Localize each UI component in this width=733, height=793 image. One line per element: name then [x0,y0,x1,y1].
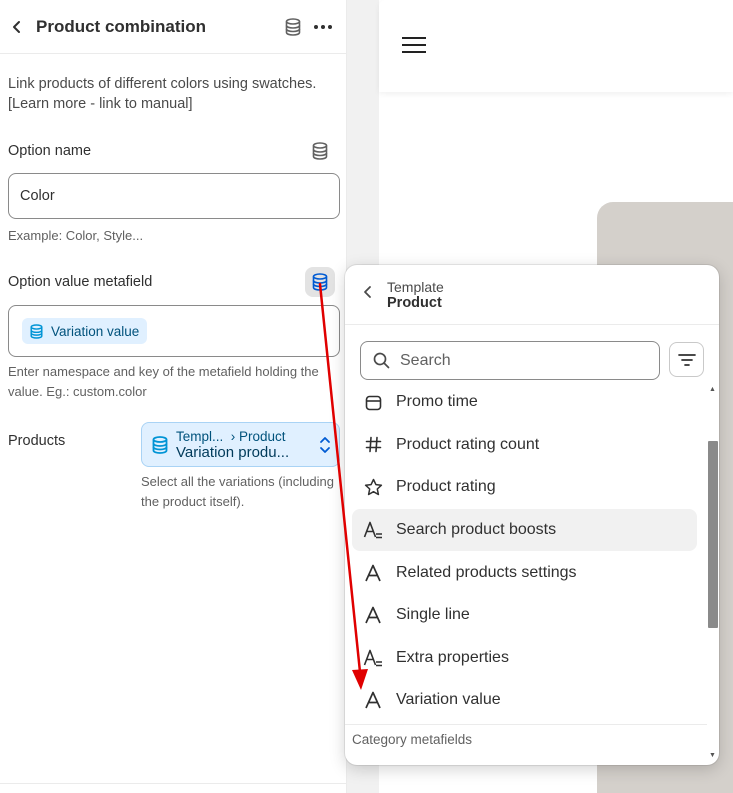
list-item-label: Promo time [396,393,478,411]
database-icon [312,142,328,160]
metafield-chip-label: Variation value [51,323,140,339]
popover-back-button[interactable] [363,285,373,304]
database-button[interactable] [282,16,304,38]
filter-icon [677,353,696,366]
products-hint: Select all the variations (including the… [141,474,334,509]
description-text: Link products of different colors using … [8,76,317,112]
back-button[interactable] [8,18,26,36]
text-icon [363,605,383,625]
database-icon [312,273,328,291]
list-item-label: Single line [396,606,470,624]
panel-header: Product combination [0,0,346,54]
metafield-picker-popover: Template Product Search Promo time Produ… [345,265,719,765]
search-input[interactable]: Search [360,341,660,380]
option-name-hint: Example: Color, Style... [8,228,144,243]
list-item[interactable]: Search product boosts [352,508,697,552]
multiline-text-icon [363,520,383,540]
chevron-up-down-icon [320,436,330,453]
popover-breadcrumb: Template [387,278,444,295]
option-name-value: Color [20,188,55,204]
list-item-label: Extra properties [396,648,509,666]
database-icon [152,435,168,454]
list-item[interactable]: Extra properties [352,637,697,680]
ellipsis-icon [314,24,332,29]
metafield-list: Promo time Product rating count Product … [352,381,697,722]
search-placeholder: Search [400,351,451,369]
panel-divider [0,783,347,784]
list-item-label: Variation value [396,691,501,709]
list-item-label: Search product boosts [396,521,557,539]
scrollbar-thumb[interactable] [708,441,718,628]
filter-button[interactable] [669,342,704,377]
search-icon [373,352,390,369]
section-heading: Category metafields [352,732,473,747]
page-title: Product combination [36,16,206,36]
database-icon [285,17,301,36]
products-value: Variation produ... [176,443,290,461]
list-item[interactable]: Product rating [352,466,697,509]
scroll-down-icon[interactable]: ▼ [709,752,716,759]
list-item[interactable]: Product rating count [352,424,697,467]
preview-header [379,0,733,92]
products-path: Templ... › Product [176,429,319,444]
metafield-chip[interactable]: Variation value [22,318,148,344]
option-name-label: Option name [8,143,92,159]
option-value-metafield-field[interactable]: Variation value [8,305,340,357]
text-icon [363,563,383,583]
scroll-up-icon[interactable]: ▲ [709,386,716,393]
list-item-label: Related products settings [396,563,577,581]
list-item[interactable]: Promo time [352,381,697,424]
section-divider [345,724,707,725]
list-item-label: Product rating [396,478,496,496]
star-icon [363,477,383,497]
more-actions-button[interactable] [312,16,334,38]
products-path-target: Product [239,428,286,444]
option-value-metafield-hint: Enter namespace and key of the metafield… [8,364,319,399]
list-item[interactable]: Related products settings [352,551,697,594]
option-value-metafield-button[interactable] [305,267,335,297]
menu-icon[interactable] [402,37,426,55]
popover-header: Template Product [345,265,719,325]
database-icon [30,323,43,339]
popover-title: Product [387,294,442,311]
chevron-left-icon [364,286,371,298]
path-separator-icon: › [223,428,240,444]
option-value-metafield-label: Option value metafield [8,274,153,290]
products-path-source: Templ... [176,428,224,444]
list-item-label: Product rating count [396,435,540,453]
multiline-text-icon [363,648,383,668]
option-name-field[interactable]: Color [8,173,340,219]
hash-icon [363,435,383,455]
settings-panel: Product combination Link products of dif… [0,0,347,793]
option-name-metafield-button[interactable] [309,140,331,162]
list-item[interactable]: Variation value [352,679,697,722]
chevron-left-icon [13,20,20,33]
calendar-icon [363,392,383,412]
products-label: Products [8,433,66,449]
text-icon [363,690,383,710]
products-selector[interactable]: Templ... › Product Variation produ... [141,422,340,467]
list-item[interactable]: Single line [352,594,697,637]
